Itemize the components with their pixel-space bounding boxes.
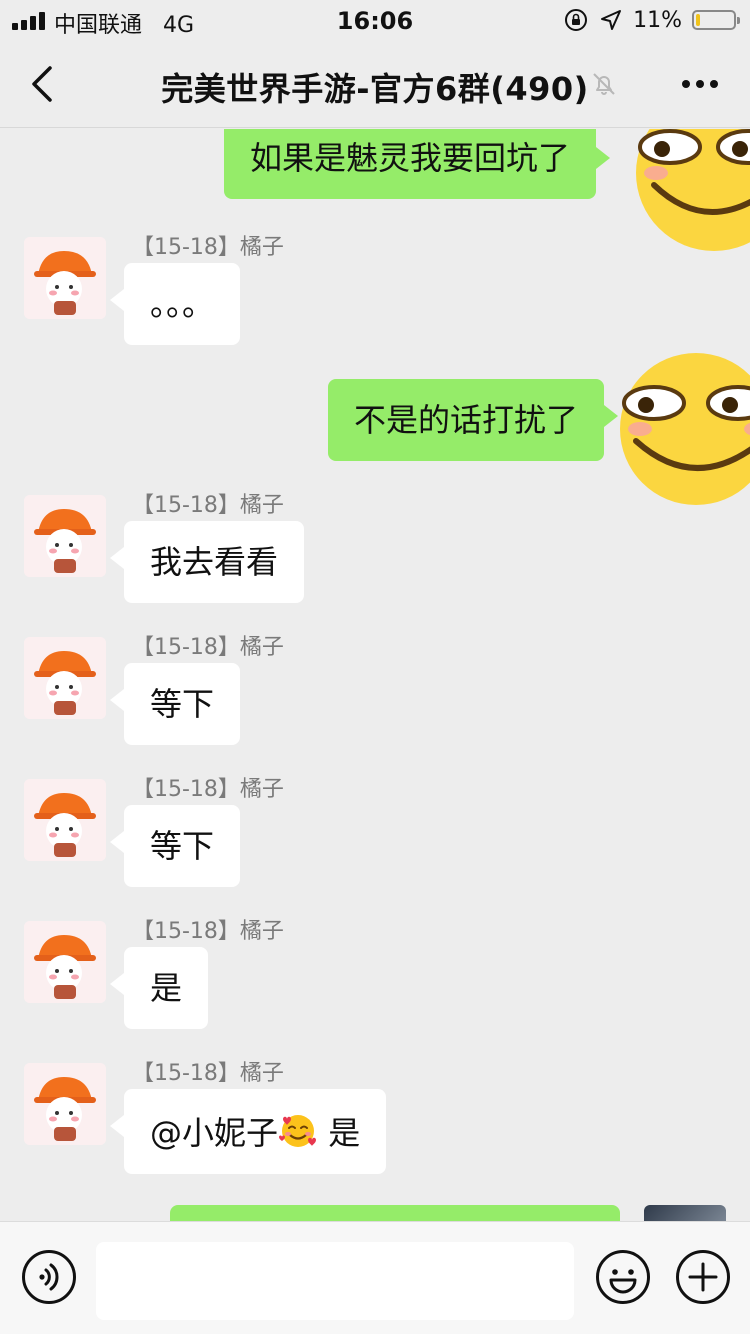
incoming-message[interactable]: 等下 [109, 805, 241, 887]
plus-icon [688, 1262, 718, 1292]
grinning-face-sticker[interactable] [612, 341, 750, 509]
chat-header: 完美世界手游-官方6群(490) [0, 40, 750, 128]
incoming-message[interactable]: 我去看看 [109, 521, 305, 603]
emoji-button[interactable] [596, 1250, 650, 1304]
more-button[interactable] [678, 70, 722, 98]
voice-button[interactable] [22, 1250, 76, 1304]
incoming-message[interactable]: 。。。 [109, 263, 241, 345]
mention-text: @小妮子 [150, 1114, 279, 1152]
sender-avatar[interactable] [24, 237, 106, 319]
more-functions-button[interactable] [676, 1250, 730, 1304]
voice-icon [39, 1263, 59, 1291]
outgoing-message[interactable]: 如果是魅灵我要回坑了 [224, 129, 611, 199]
my-avatar[interactable] [644, 1205, 726, 1221]
location-icon [601, 10, 622, 30]
incoming-message[interactable]: 是 [109, 947, 209, 1029]
sender-name: 【15-18】橘子 [132, 919, 284, 944]
chat-title: 完美世界手游-官方6群(490) [161, 70, 589, 108]
battery-icon [692, 10, 740, 30]
sender-avatar[interactable] [24, 495, 106, 577]
sender-avatar[interactable] [24, 779, 106, 861]
message-list[interactable]: 如果是魅灵我要回坑了 【15-18】橘子 。。。 不是的话打扰了 【15-18】… [0, 129, 750, 1221]
sender-name: 【15-18】橘子 [132, 635, 284, 660]
sender-name: 【15-18】橘子 [132, 777, 284, 802]
more-dots-icon [682, 80, 690, 88]
sender-name: 【15-18】橘子 [132, 235, 284, 260]
panda-avatar-icon [24, 237, 106, 319]
emoji-face-icon [609, 1269, 637, 1294]
sender-name: 【15-18】橘子 [132, 1061, 284, 1086]
grinning-face-sticker[interactable] [620, 129, 750, 257]
outgoing-message[interactable] [170, 1205, 620, 1221]
orientation-lock-icon [565, 9, 588, 31]
sender-avatar[interactable] [24, 637, 106, 719]
message-text-tail: 是 [318, 1114, 361, 1152]
incoming-message[interactable]: @小妮子 是 [109, 1089, 387, 1174]
status-bar: 中国联通 4G 16:06 11% [0, 0, 750, 40]
input-bar [0, 1221, 750, 1334]
message-input[interactable] [96, 1242, 574, 1320]
outgoing-message[interactable]: 不是的话打扰了 [328, 379, 619, 461]
incoming-message[interactable]: 等下 [109, 663, 241, 745]
mute-bell-icon [590, 70, 618, 98]
sender-avatar[interactable] [24, 921, 106, 1003]
sender-name: 【15-18】橘子 [132, 493, 284, 518]
sender-avatar[interactable] [24, 1063, 106, 1145]
battery-percent: 11% [633, 7, 682, 33]
smiling-face-with-hearts-icon [279, 1115, 317, 1147]
